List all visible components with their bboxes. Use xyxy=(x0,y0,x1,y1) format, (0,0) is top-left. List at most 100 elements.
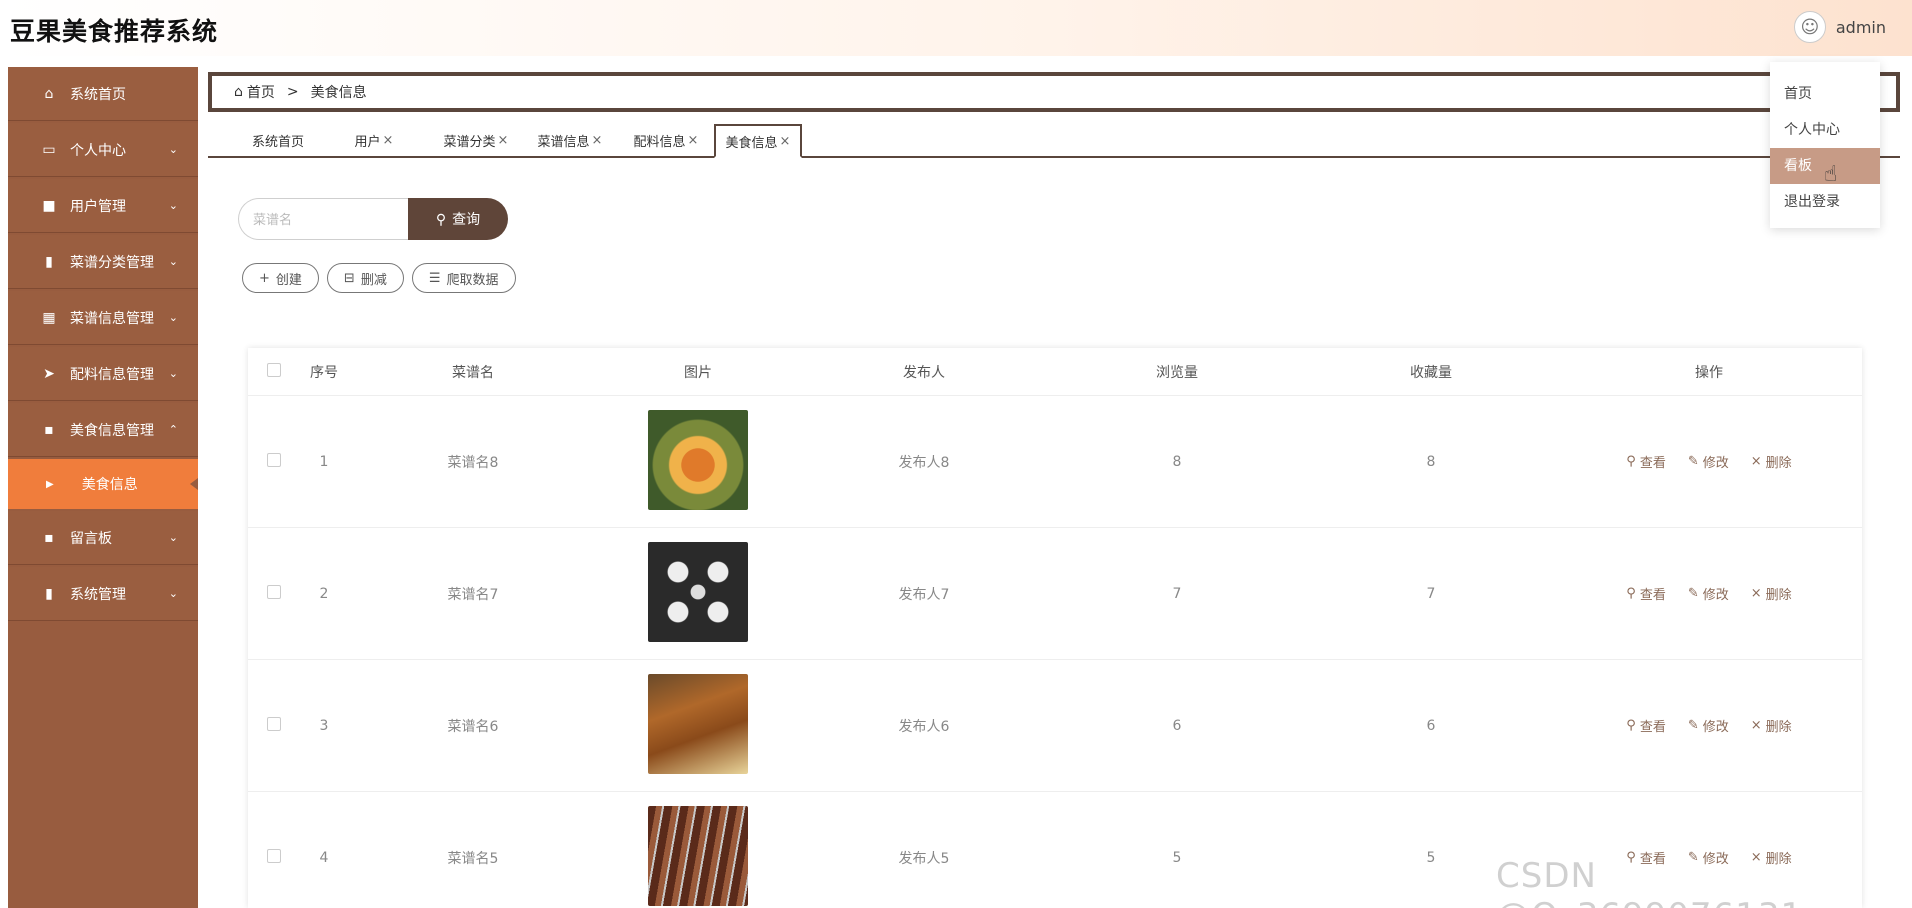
tab-recipe-category[interactable]: 菜谱分类 × xyxy=(436,124,516,156)
close-icon[interactable]: × xyxy=(498,133,509,148)
food-image[interactable] xyxy=(648,541,748,642)
tab-system-home[interactable]: 系统首页 xyxy=(238,124,318,156)
sidebar-item-personal-center[interactable]: ▭ 个人中心 ⌄ xyxy=(8,123,198,177)
chevron-down-icon: ⌄ xyxy=(168,531,178,544)
tab-food-info[interactable]: 美食信息 × xyxy=(714,124,802,158)
row-image[interactable] xyxy=(598,409,798,514)
row-favorites: 8 xyxy=(1426,453,1436,470)
row-actions: ⚲ 查看 ✎ 修改 × 删除 xyxy=(1558,452,1860,471)
search-input[interactable] xyxy=(238,198,408,240)
header-image: 图片 xyxy=(684,364,712,381)
dropdown-item-logout[interactable]: 退出登录 xyxy=(1770,184,1880,220)
edit-label: 修改 xyxy=(1702,588,1729,603)
row-checkbox[interactable] xyxy=(248,584,300,603)
close-icon[interactable]: × xyxy=(383,133,394,148)
tab-recipe-info[interactable]: 菜谱信息 × xyxy=(530,124,610,156)
edit-label: 修改 xyxy=(1702,456,1729,471)
breadcrumb-separator: > xyxy=(286,84,299,100)
search-button[interactable]: ⚲ 查询 xyxy=(408,198,508,240)
delete-label: 删除 xyxy=(1765,456,1792,471)
delete-row-button[interactable]: × 删除 xyxy=(1751,716,1792,735)
sidebar-item-recipe-category[interactable]: ▮ 菜谱分类管理 ⌄ xyxy=(8,235,198,289)
food-image[interactable] xyxy=(648,409,748,510)
breadcrumb-home[interactable]: 首页 xyxy=(247,82,275,102)
view-button[interactable]: ⚲ 查看 xyxy=(1626,584,1666,603)
chevron-down-icon: ⌄ xyxy=(168,587,178,600)
sidebar-item-user-management[interactable]: ■ 用户管理 ⌄ xyxy=(8,179,198,233)
delete-row-button[interactable]: × 删除 xyxy=(1751,452,1792,471)
sidebar-item-label: 美食信息管理 xyxy=(70,422,154,439)
view-label: 查看 xyxy=(1639,456,1666,471)
avatar-icon[interactable]: ☺ xyxy=(1793,11,1826,43)
row-no: 2 xyxy=(319,585,329,602)
search-icon: ⚲ xyxy=(1626,454,1636,469)
tab-user[interactable]: 用户 × xyxy=(344,124,404,156)
sidebar-item-label: 系统首页 xyxy=(70,86,126,103)
sidebar-item-label: 用户管理 xyxy=(70,198,126,215)
crawl-button[interactable]: ☰ 爬取数据 xyxy=(411,263,516,293)
row-checkbox[interactable] xyxy=(248,848,300,867)
sidebar-subitem-food-info[interactable]: ▶ 美食信息 xyxy=(8,459,198,509)
tab-ingredient-info[interactable]: 配料信息 × xyxy=(626,124,706,156)
user-menu-trigger[interactable]: ☺ admin xyxy=(1793,11,1886,43)
table-header: 序号 菜谱名 图片 发布人 浏览量 收藏量 操作 xyxy=(248,348,1862,396)
username[interactable]: admin xyxy=(1836,18,1886,37)
food-image[interactable] xyxy=(648,673,748,774)
header-favorites: 收藏量 xyxy=(1410,364,1452,381)
sidebar-item-label: 系统管理 xyxy=(70,586,126,603)
pencil-icon: ✎ xyxy=(1687,454,1699,469)
dropdown-item-personal-center[interactable]: 个人中心 xyxy=(1770,112,1880,148)
sidebar-item-label: 菜谱分类管理 xyxy=(70,254,154,271)
row-checkbox[interactable] xyxy=(248,716,300,735)
search-bar: ⚲ 查询 xyxy=(238,198,508,240)
dropdown-item-home[interactable]: 首页 xyxy=(1770,76,1880,112)
tab-bar: 系统首页 用户 × 菜谱分类 × 菜谱信息 × 配料信息 × 美食信息 × xyxy=(208,122,1900,158)
tab-label: 菜谱信息 xyxy=(537,134,590,150)
row-checkbox[interactable] xyxy=(248,452,300,471)
search-icon: ⚲ xyxy=(435,210,447,227)
row-views: 8 xyxy=(1172,453,1182,470)
table-row: 3 菜谱名6 发布人6 6 6 ⚲ 查看 ✎ 修改 × 删除 xyxy=(248,660,1862,792)
sidebar-item-food-info[interactable]: ▪ 美食信息管理 ⌃ xyxy=(8,403,198,457)
sidebar-item-ingredient-info[interactable]: ➤ 配料信息管理 ⌄ xyxy=(8,347,198,401)
close-icon: × xyxy=(1750,718,1762,733)
plus-icon: + xyxy=(259,270,270,286)
food-image[interactable] xyxy=(648,805,748,906)
sidebar-item-recipe-info[interactable]: ▦ 菜谱信息管理 ⌄ xyxy=(8,291,198,345)
row-image[interactable] xyxy=(598,541,798,646)
edit-button[interactable]: ✎ 修改 xyxy=(1688,584,1729,603)
sidebar-item-home[interactable]: ⌂ 系统首页 xyxy=(8,67,198,121)
grid-icon: ▦ xyxy=(42,309,56,326)
edit-button[interactable]: ✎ 修改 xyxy=(1688,716,1729,735)
close-icon[interactable]: × xyxy=(592,133,603,148)
edit-button[interactable]: ✎ 修改 xyxy=(1688,452,1729,471)
pencil-icon: ✎ xyxy=(1687,586,1699,601)
close-icon[interactable]: × xyxy=(780,134,791,149)
row-image[interactable] xyxy=(598,673,798,778)
select-all-checkbox[interactable] xyxy=(248,362,300,381)
delete-button[interactable]: ⊟ 删减 xyxy=(326,263,404,293)
row-actions: ⚲ 查看 ✎ 修改 × 删除 xyxy=(1558,584,1860,603)
row-no: 1 xyxy=(319,453,329,470)
chevron-up-icon: ⌃ xyxy=(168,423,178,436)
view-button[interactable]: ⚲ 查看 xyxy=(1626,716,1666,735)
sidebar-item-system-management[interactable]: ▮ 系统管理 ⌄ xyxy=(8,567,198,621)
row-name: 菜谱名5 xyxy=(447,850,499,867)
sidebar-item-message-board[interactable]: ▪ 留言板 ⌄ xyxy=(8,511,198,565)
row-name: 菜谱名6 xyxy=(447,718,499,735)
close-icon[interactable]: × xyxy=(688,133,699,148)
header-actions: 操作 xyxy=(1695,364,1723,381)
action-toolbar: + 创建 ⊟ 删减 ☰ 爬取数据 xyxy=(242,263,516,293)
view-button[interactable]: ⚲ 查看 xyxy=(1626,452,1666,471)
row-views: 5 xyxy=(1172,849,1182,866)
home-icon[interactable]: ⌂ xyxy=(234,84,243,100)
row-image[interactable] xyxy=(598,805,798,908)
breadcrumb-current: 美食信息 xyxy=(310,85,367,101)
create-button[interactable]: + 创建 xyxy=(242,263,319,293)
table-row: 2 菜谱名7 发布人7 7 7 ⚲ 查看 ✎ 修改 × 删除 xyxy=(248,528,1862,660)
delete-label: 删减 xyxy=(360,272,387,288)
delete-row-button[interactable]: × 删除 xyxy=(1751,584,1792,603)
close-icon: × xyxy=(1750,586,1762,601)
create-label: 创建 xyxy=(275,272,302,288)
row-views: 7 xyxy=(1172,585,1182,602)
